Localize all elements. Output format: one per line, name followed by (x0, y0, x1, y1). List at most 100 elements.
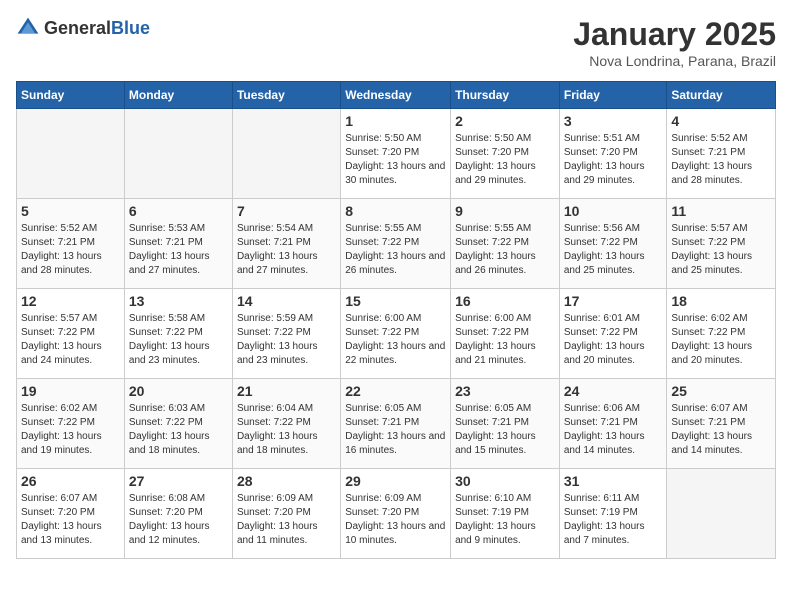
calendar-cell: 13 Sunrise: 5:58 AMSunset: 7:22 PMDayligh… (124, 289, 232, 379)
location-subtitle: Nova Londrina, Parana, Brazil (573, 53, 776, 69)
logo-blue: Blue (111, 18, 150, 38)
day-info: Sunrise: 5:56 AMSunset: 7:22 PMDaylight:… (564, 222, 663, 278)
day-number: 30 (455, 473, 555, 489)
calendar-cell: 3 Sunrise: 5:51 AMSunset: 7:20 PMDaylight… (559, 109, 667, 199)
weekday-header-row: SundayMondayTuesdayWednesdayThursdayFrid… (17, 82, 776, 109)
day-number: 27 (129, 473, 228, 489)
day-info: Sunrise: 6:09 AMSunset: 7:20 PMDaylight:… (237, 492, 336, 548)
day-info: Sunrise: 6:09 AMSunset: 7:20 PMDaylight:… (345, 492, 446, 548)
day-info: Sunrise: 5:55 AMSunset: 7:22 PMDaylight:… (345, 222, 446, 278)
calendar-cell (667, 469, 776, 559)
day-number: 2 (455, 113, 555, 129)
calendar-cell (17, 109, 125, 199)
day-info: Sunrise: 6:00 AMSunset: 7:22 PMDaylight:… (345, 312, 446, 368)
day-number: 13 (129, 293, 228, 309)
calendar-cell: 14 Sunrise: 5:59 AMSunset: 7:22 PMDayligh… (232, 289, 340, 379)
weekday-header-wednesday: Wednesday (341, 82, 451, 109)
day-info: Sunrise: 6:07 AMSunset: 7:20 PMDaylight:… (21, 492, 120, 548)
day-info: Sunrise: 5:52 AMSunset: 7:21 PMDaylight:… (671, 132, 771, 188)
calendar-week-row: 5Sunrise: 5:52 AMSunset: 7:21 PMDaylight… (17, 199, 776, 289)
calendar-cell: 5Sunrise: 5:52 AMSunset: 7:21 PMDaylight… (17, 199, 125, 289)
day-number: 1 (345, 113, 446, 129)
day-info: Sunrise: 6:04 AMSunset: 7:22 PMDaylight:… (237, 402, 336, 458)
calendar-cell: 21Sunrise: 6:04 AMSunset: 7:22 PMDayligh… (232, 379, 340, 469)
day-number: 14 (237, 293, 336, 309)
day-number: 19 (21, 383, 120, 399)
calendar-cell: 7 Sunrise: 5:54 AMSunset: 7:21 PMDaylight… (232, 199, 340, 289)
calendar-cell: 2 Sunrise: 5:50 AMSunset: 7:20 PMDaylight… (451, 109, 560, 199)
calendar-cell: 28 Sunrise: 6:09 AMSunset: 7:20 PMDayligh… (232, 469, 340, 559)
day-number: 31 (564, 473, 663, 489)
calendar-cell (232, 109, 340, 199)
weekday-header-monday: Monday (124, 82, 232, 109)
day-number: 28 (237, 473, 336, 489)
calendar-cell: 27 Sunrise: 6:08 AMSunset: 7:20 PMDayligh… (124, 469, 232, 559)
calendar-cell: 10 Sunrise: 5:56 AMSunset: 7:22 PMDayligh… (559, 199, 667, 289)
calendar-cell: 25 Sunrise: 6:07 AMSunset: 7:21 PMDayligh… (667, 379, 776, 469)
day-info: Sunrise: 6:08 AMSunset: 7:20 PMDaylight:… (129, 492, 228, 548)
day-number: 8 (345, 203, 446, 219)
calendar-week-row: 1 Sunrise: 5:50 AMSunset: 7:20 PMDaylight… (17, 109, 776, 199)
day-number: 7 (237, 203, 336, 219)
day-number: 24 (564, 383, 663, 399)
day-number: 20 (129, 383, 228, 399)
weekday-header-saturday: Saturday (667, 82, 776, 109)
day-info: Sunrise: 6:06 AMSunset: 7:21 PMDaylight:… (564, 402, 663, 458)
calendar-cell (124, 109, 232, 199)
calendar-week-row: 12Sunrise: 5:57 AMSunset: 7:22 PMDayligh… (17, 289, 776, 379)
day-info: Sunrise: 5:50 AMSunset: 7:20 PMDaylight:… (455, 132, 555, 188)
calendar-cell: 4Sunrise: 5:52 AMSunset: 7:21 PMDaylight… (667, 109, 776, 199)
day-info: Sunrise: 6:05 AMSunset: 7:21 PMDaylight:… (345, 402, 446, 458)
calendar-cell: 31Sunrise: 6:11 AMSunset: 7:19 PMDayligh… (559, 469, 667, 559)
calendar-cell: 24 Sunrise: 6:06 AMSunset: 7:21 PMDayligh… (559, 379, 667, 469)
calendar-cell: 17 Sunrise: 6:01 AMSunset: 7:22 PMDayligh… (559, 289, 667, 379)
calendar-cell: 16Sunrise: 6:00 AMSunset: 7:22 PMDayligh… (451, 289, 560, 379)
calendar-cell: 15 Sunrise: 6:00 AMSunset: 7:22 PMDayligh… (341, 289, 451, 379)
day-info: Sunrise: 5:57 AMSunset: 7:22 PMDaylight:… (21, 312, 120, 368)
calendar-table: SundayMondayTuesdayWednesdayThursdayFrid… (16, 81, 776, 559)
day-info: Sunrise: 6:05 AMSunset: 7:21 PMDaylight:… (455, 402, 555, 458)
day-info: Sunrise: 5:54 AMSunset: 7:21 PMDaylight:… (237, 222, 336, 278)
day-info: Sunrise: 6:02 AMSunset: 7:22 PMDaylight:… (21, 402, 120, 458)
title-block: January 2025 Nova Londrina, Parana, Braz… (573, 16, 776, 69)
day-number: 11 (671, 203, 771, 219)
day-info: Sunrise: 5:58 AMSunset: 7:22 PMDaylight:… (129, 312, 228, 368)
day-number: 3 (564, 113, 663, 129)
day-info: Sunrise: 6:01 AMSunset: 7:22 PMDaylight:… (564, 312, 663, 368)
day-number: 17 (564, 293, 663, 309)
day-info: Sunrise: 5:55 AMSunset: 7:22 PMDaylight:… (455, 222, 555, 278)
calendar-cell: 1 Sunrise: 5:50 AMSunset: 7:20 PMDaylight… (341, 109, 451, 199)
day-info: Sunrise: 6:07 AMSunset: 7:21 PMDaylight:… (671, 402, 771, 458)
day-number: 10 (564, 203, 663, 219)
day-number: 23 (455, 383, 555, 399)
calendar-cell: 11 Sunrise: 5:57 AMSunset: 7:22 PMDayligh… (667, 199, 776, 289)
calendar-cell: 12Sunrise: 5:57 AMSunset: 7:22 PMDayligh… (17, 289, 125, 379)
calendar-cell: 30Sunrise: 6:10 AMSunset: 7:19 PMDayligh… (451, 469, 560, 559)
calendar-cell: 19 Sunrise: 6:02 AMSunset: 7:22 PMDayligh… (17, 379, 125, 469)
weekday-header-thursday: Thursday (451, 82, 560, 109)
day-number: 15 (345, 293, 446, 309)
calendar-cell: 20Sunrise: 6:03 AMSunset: 7:22 PMDayligh… (124, 379, 232, 469)
day-info: Sunrise: 5:59 AMSunset: 7:22 PMDaylight:… (237, 312, 336, 368)
weekday-header-sunday: Sunday (17, 82, 125, 109)
calendar-cell: 6Sunrise: 5:53 AMSunset: 7:21 PMDaylight… (124, 199, 232, 289)
calendar-cell: 26 Sunrise: 6:07 AMSunset: 7:20 PMDayligh… (17, 469, 125, 559)
day-number: 9 (455, 203, 555, 219)
day-info: Sunrise: 5:51 AMSunset: 7:20 PMDaylight:… (564, 132, 663, 188)
day-info: Sunrise: 5:52 AMSunset: 7:21 PMDaylight:… (21, 222, 120, 278)
day-number: 26 (21, 473, 120, 489)
calendar-cell: 18Sunrise: 6:02 AMSunset: 7:22 PMDayligh… (667, 289, 776, 379)
calendar-week-row: 26 Sunrise: 6:07 AMSunset: 7:20 PMDayligh… (17, 469, 776, 559)
weekday-header-tuesday: Tuesday (232, 82, 340, 109)
month-title: January 2025 (573, 16, 776, 53)
calendar-cell: 23 Sunrise: 6:05 AMSunset: 7:21 PMDayligh… (451, 379, 560, 469)
calendar-cell: 29 Sunrise: 6:09 AMSunset: 7:20 PMDayligh… (341, 469, 451, 559)
day-info: Sunrise: 5:57 AMSunset: 7:22 PMDaylight:… (671, 222, 771, 278)
calendar-cell: 22Sunrise: 6:05 AMSunset: 7:21 PMDayligh… (341, 379, 451, 469)
day-info: Sunrise: 6:02 AMSunset: 7:22 PMDaylight:… (671, 312, 771, 368)
day-number: 29 (345, 473, 446, 489)
page-header: GeneralBlue January 2025 Nova Londrina, … (16, 16, 776, 69)
day-number: 25 (671, 383, 771, 399)
day-info: Sunrise: 5:50 AMSunset: 7:20 PMDaylight:… (345, 132, 446, 188)
logo-icon (16, 16, 40, 40)
